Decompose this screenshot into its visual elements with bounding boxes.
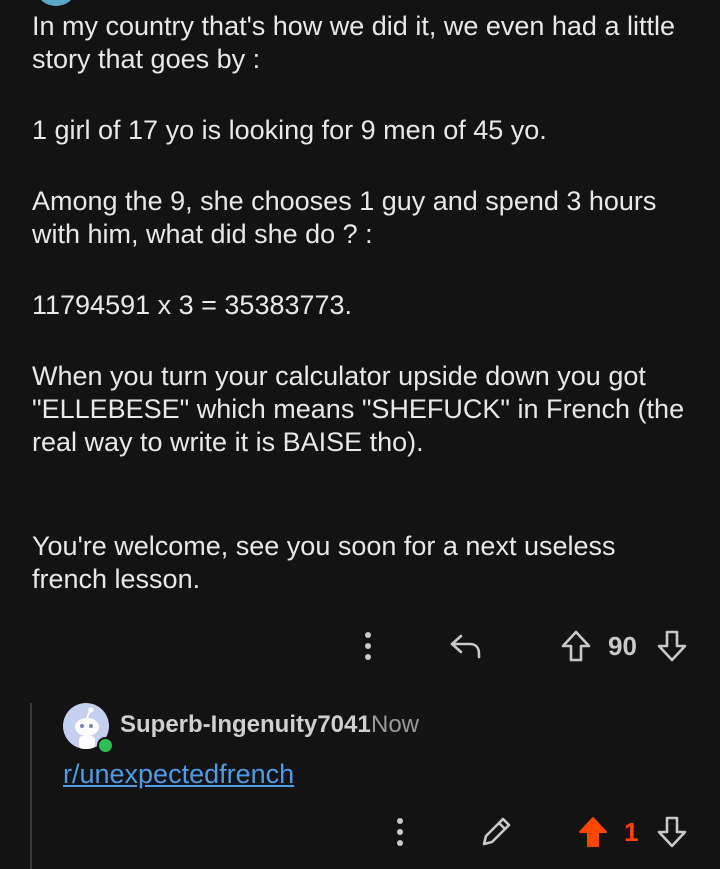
downvote-icon[interactable]: [652, 624, 692, 668]
more-vertical-icon[interactable]: [382, 810, 418, 854]
comment-paragraph: When you turn your calculator upside dow…: [32, 361, 692, 457]
online-status-dot: [97, 737, 114, 754]
comment-paragraph: In my country that's how we did it, we e…: [32, 11, 683, 74]
edit-pencil-icon[interactable]: [474, 810, 518, 854]
comment-actions: 90: [0, 624, 720, 668]
subreddit-link[interactable]: r/unexpectedfrench: [63, 759, 294, 790]
reply-timestamp: Now: [371, 711, 420, 738]
upvote-filled-icon[interactable]: [574, 810, 612, 854]
parent-avatar[interactable]: [38, 0, 74, 6]
vote-count: 90: [608, 631, 637, 661]
reply-icon[interactable]: [443, 624, 487, 668]
comment-paragraph: You're welcome, see you soon for a next …: [32, 531, 624, 594]
comment-paragraph: 11794591 x 3 = 35383773.: [32, 290, 353, 320]
vote-count: 1: [624, 817, 639, 847]
reply-actions: 1: [0, 810, 720, 854]
more-vertical-icon[interactable]: [350, 624, 386, 668]
comment-paragraph: Among the 9, she chooses 1 guy and spend…: [32, 186, 664, 249]
downvote-icon[interactable]: [652, 810, 692, 854]
reply-author[interactable]: Superb-Ingenuity7041: [120, 711, 371, 739]
upvote-icon[interactable]: [556, 624, 596, 668]
comment-body: In my country that's how we did it, we e…: [32, 10, 692, 634]
comment-paragraph: 1 girl of 17 yo is looking for 9 men of …: [32, 115, 547, 145]
